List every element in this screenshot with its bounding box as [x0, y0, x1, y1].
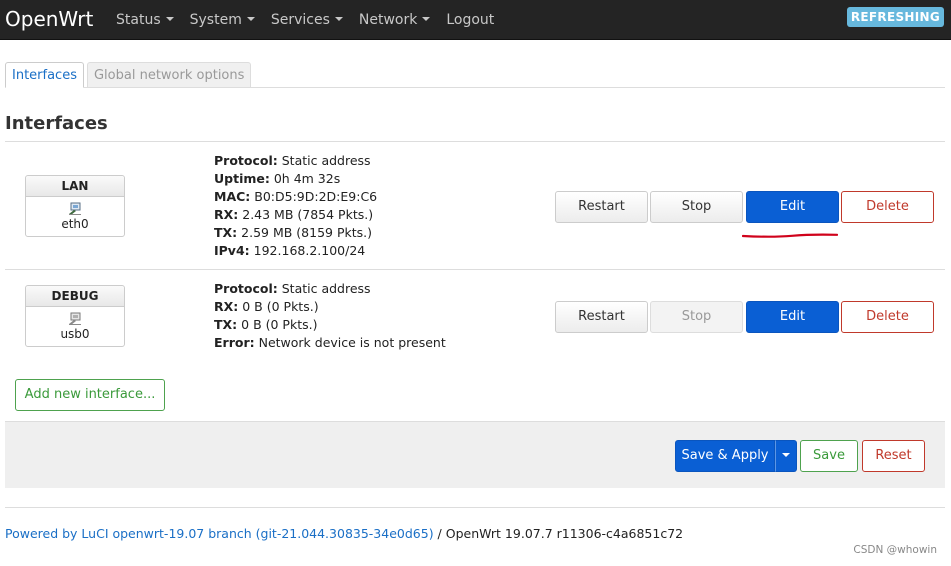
info-label: RX:	[214, 207, 239, 222]
chevron-down-icon	[782, 452, 790, 457]
info-label: RX:	[214, 299, 239, 314]
interface-badge-debug: DEBUG usb0	[25, 285, 125, 347]
nav-services[interactable]: Services	[263, 0, 351, 40]
info-value: 192.168.2.100/24	[253, 243, 366, 258]
info-label: Protocol:	[214, 281, 278, 296]
lan-delete-button[interactable]: Delete	[841, 191, 934, 223]
info-rx: RX: 2.43 MB (7854 Pkts.)	[214, 206, 377, 224]
info-label: Protocol:	[214, 153, 278, 168]
nav-network-label: Network	[358, 12, 418, 28]
luci-link[interactable]: Powered by LuCI openwrt-19.07 branch (gi…	[5, 526, 434, 541]
debug-stop-button[interactable]: Stop	[650, 301, 743, 333]
info-label: IPv4:	[214, 243, 250, 258]
info-mac: MAC: B0:D5:9D:2D:E9:C6	[214, 188, 377, 206]
nav-logout[interactable]: Logout	[438, 0, 502, 40]
lan-edit-button[interactable]: Edit	[746, 191, 839, 223]
tab-divider	[5, 87, 945, 88]
section-divider	[5, 141, 945, 142]
chevron-down-icon	[422, 17, 431, 21]
debug-delete-button[interactable]: Delete	[841, 301, 934, 333]
nav-system-label: System	[189, 12, 242, 28]
nav-services-label: Services	[270, 12, 330, 28]
ethernet-port-icon	[69, 312, 81, 325]
info-value: Network device is not present	[258, 335, 446, 350]
chevron-down-icon	[334, 17, 343, 21]
info-value: B0:D5:9D:2D:E9:C6	[254, 189, 378, 204]
refreshing-badge[interactable]: REFRESHING	[846, 7, 944, 27]
tab-bar: Interfaces Global network options	[5, 62, 254, 88]
info-value: 0 B (0 Pkts.)	[242, 299, 319, 314]
main-nav: Status System Services Network Logout	[108, 0, 502, 40]
info-label: MAC:	[214, 189, 251, 204]
info-value: Static address	[281, 281, 371, 296]
info-uptime: Uptime: 0h 4m 32s	[214, 170, 377, 188]
info-tx: TX: 0 B (0 Pkts.)	[214, 316, 446, 334]
save-apply-dropdown-toggle[interactable]	[775, 440, 797, 472]
top-navbar: OpenWrt Status System Services Network L…	[0, 0, 951, 40]
info-protocol: Protocol: Static address	[214, 280, 446, 298]
info-label: TX:	[214, 317, 238, 332]
interface-device: eth0	[61, 217, 89, 231]
tab-global-network-options[interactable]: Global network options	[86, 62, 252, 88]
info-protocol: Protocol: Static address	[214, 152, 377, 170]
info-value: 2.59 MB (8159 Pkts.)	[241, 225, 372, 240]
save-button[interactable]: Save	[800, 440, 858, 472]
info-value: 2.43 MB (7854 Pkts.)	[242, 207, 374, 222]
info-label: Error:	[214, 335, 255, 350]
info-rx: RX: 0 B (0 Pkts.)	[214, 298, 446, 316]
info-error: Error: Network device is not present	[214, 334, 446, 352]
version-text: / OpenWrt 19.07.7 r11306-c4a6851c72	[433, 526, 684, 541]
interface-name: DEBUG	[26, 286, 124, 307]
tab-interfaces[interactable]: Interfaces	[5, 62, 84, 88]
nav-logout-label: Logout	[446, 12, 495, 28]
page-footer: Powered by LuCI openwrt-19.07 branch (gi…	[5, 526, 683, 541]
chevron-down-icon	[165, 17, 174, 21]
add-interface-button[interactable]: Add new interface...	[15, 379, 165, 411]
info-value: 0h 4m 32s	[273, 171, 341, 186]
nav-system[interactable]: System	[182, 0, 263, 40]
save-apply-button[interactable]: Save & Apply	[675, 440, 775, 472]
debug-edit-button[interactable]: Edit	[746, 301, 839, 333]
watermark: CSDN @whowin	[853, 544, 937, 556]
lan-restart-button[interactable]: Restart	[555, 191, 648, 223]
info-value: Static address	[281, 153, 371, 168]
info-tx: TX: 2.59 MB (8159 Pkts.)	[214, 224, 377, 242]
chevron-down-icon	[246, 17, 255, 21]
red-underline-annotation	[742, 233, 838, 238]
footer-divider	[5, 507, 945, 508]
nav-status-label: Status	[116, 12, 161, 28]
info-label: TX:	[214, 225, 238, 240]
ethernet-port-icon	[69, 202, 81, 215]
interface-name: LAN	[26, 176, 124, 197]
row-divider	[5, 269, 945, 270]
info-value: 0 B (0 Pkts.)	[241, 317, 318, 332]
brand-logo[interactable]: OpenWrt	[5, 7, 93, 31]
debug-restart-button[interactable]: Restart	[555, 301, 648, 333]
nav-network[interactable]: Network	[351, 0, 438, 40]
page-title: Interfaces	[5, 113, 108, 134]
info-label: Uptime:	[214, 171, 270, 186]
info-ipv4: IPv4: 192.168.2.100/24	[214, 242, 377, 260]
lan-stop-button[interactable]: Stop	[650, 191, 743, 223]
interface-badge-lan: LAN eth0	[25, 175, 125, 237]
interface-device: usb0	[60, 327, 90, 341]
interface-info-lan: Protocol: Static address Uptime: 0h 4m 3…	[214, 152, 377, 260]
reset-button[interactable]: Reset	[862, 440, 925, 472]
interface-info-debug: Protocol: Static address RX: 0 B (0 Pkts…	[214, 280, 446, 352]
nav-status[interactable]: Status	[108, 0, 182, 40]
